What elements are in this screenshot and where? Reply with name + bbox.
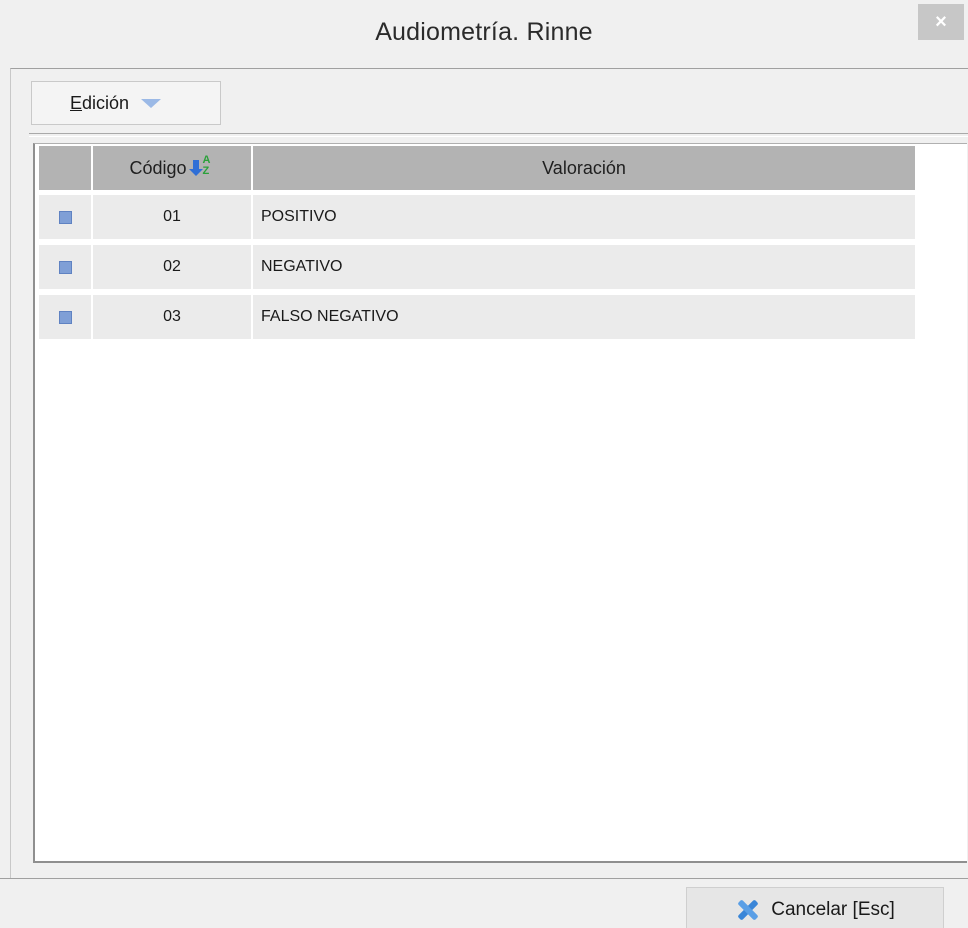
code-cell[interactable]: 01 (93, 195, 251, 239)
data-grid[interactable]: Código AZ Valoración 01 POSITIVO 02 NEGA… (33, 143, 967, 863)
row-marker-icon (58, 310, 72, 324)
table-row[interactable]: 01 POSITIVO (39, 195, 915, 239)
code-cell[interactable]: 03 (93, 295, 251, 339)
grid-header-row: Código AZ Valoración (39, 146, 915, 190)
table-row[interactable]: 02 NEGATIVO (39, 245, 915, 289)
dialog-window: Audiometría. Rinne × Edición Código AZ V… (0, 0, 968, 928)
row-indicator[interactable] (39, 245, 91, 289)
close-button[interactable]: × (918, 4, 964, 40)
header-indicator-cell (39, 146, 91, 190)
column-header-valoracion-label: Valoración (542, 157, 626, 178)
row-indicator[interactable] (39, 295, 91, 339)
dialog-body: Edición Código AZ Valoración 01 POSITIVO… (10, 68, 968, 879)
footer-bar: Cancelar [Esc] (0, 878, 968, 928)
row-marker-icon (58, 260, 72, 274)
cancel-button-label: Cancelar [Esc] (771, 899, 895, 920)
chevron-down-icon (141, 98, 162, 108)
row-marker-icon (58, 210, 72, 224)
column-header-code[interactable]: Código AZ (93, 146, 251, 190)
edit-menu-accesskey: E (70, 92, 83, 113)
toolbar-separator (29, 133, 968, 137)
edit-menu-button[interactable]: Edición (31, 81, 221, 125)
sort-az-icon: AZ (188, 155, 215, 179)
edit-menu-label: dición (82, 92, 130, 113)
value-cell[interactable]: POSITIVO (253, 195, 915, 239)
cancel-button[interactable]: Cancelar [Esc] (686, 887, 944, 928)
window-title: Audiometría. Rinne (375, 18, 593, 46)
column-header-valoracion[interactable]: Valoración (253, 146, 915, 190)
title-bar: Audiometría. Rinne × (0, 0, 968, 68)
table-row[interactable]: 03 FALSO NEGATIVO (39, 295, 915, 339)
code-cell[interactable]: 02 (93, 245, 251, 289)
close-icon: × (935, 10, 947, 33)
close-x-icon (735, 898, 759, 922)
value-cell[interactable]: NEGATIVO (253, 245, 915, 289)
row-indicator[interactable] (39, 195, 91, 239)
column-header-code-label: Código (129, 157, 187, 178)
value-cell[interactable]: FALSO NEGATIVO (253, 295, 915, 339)
